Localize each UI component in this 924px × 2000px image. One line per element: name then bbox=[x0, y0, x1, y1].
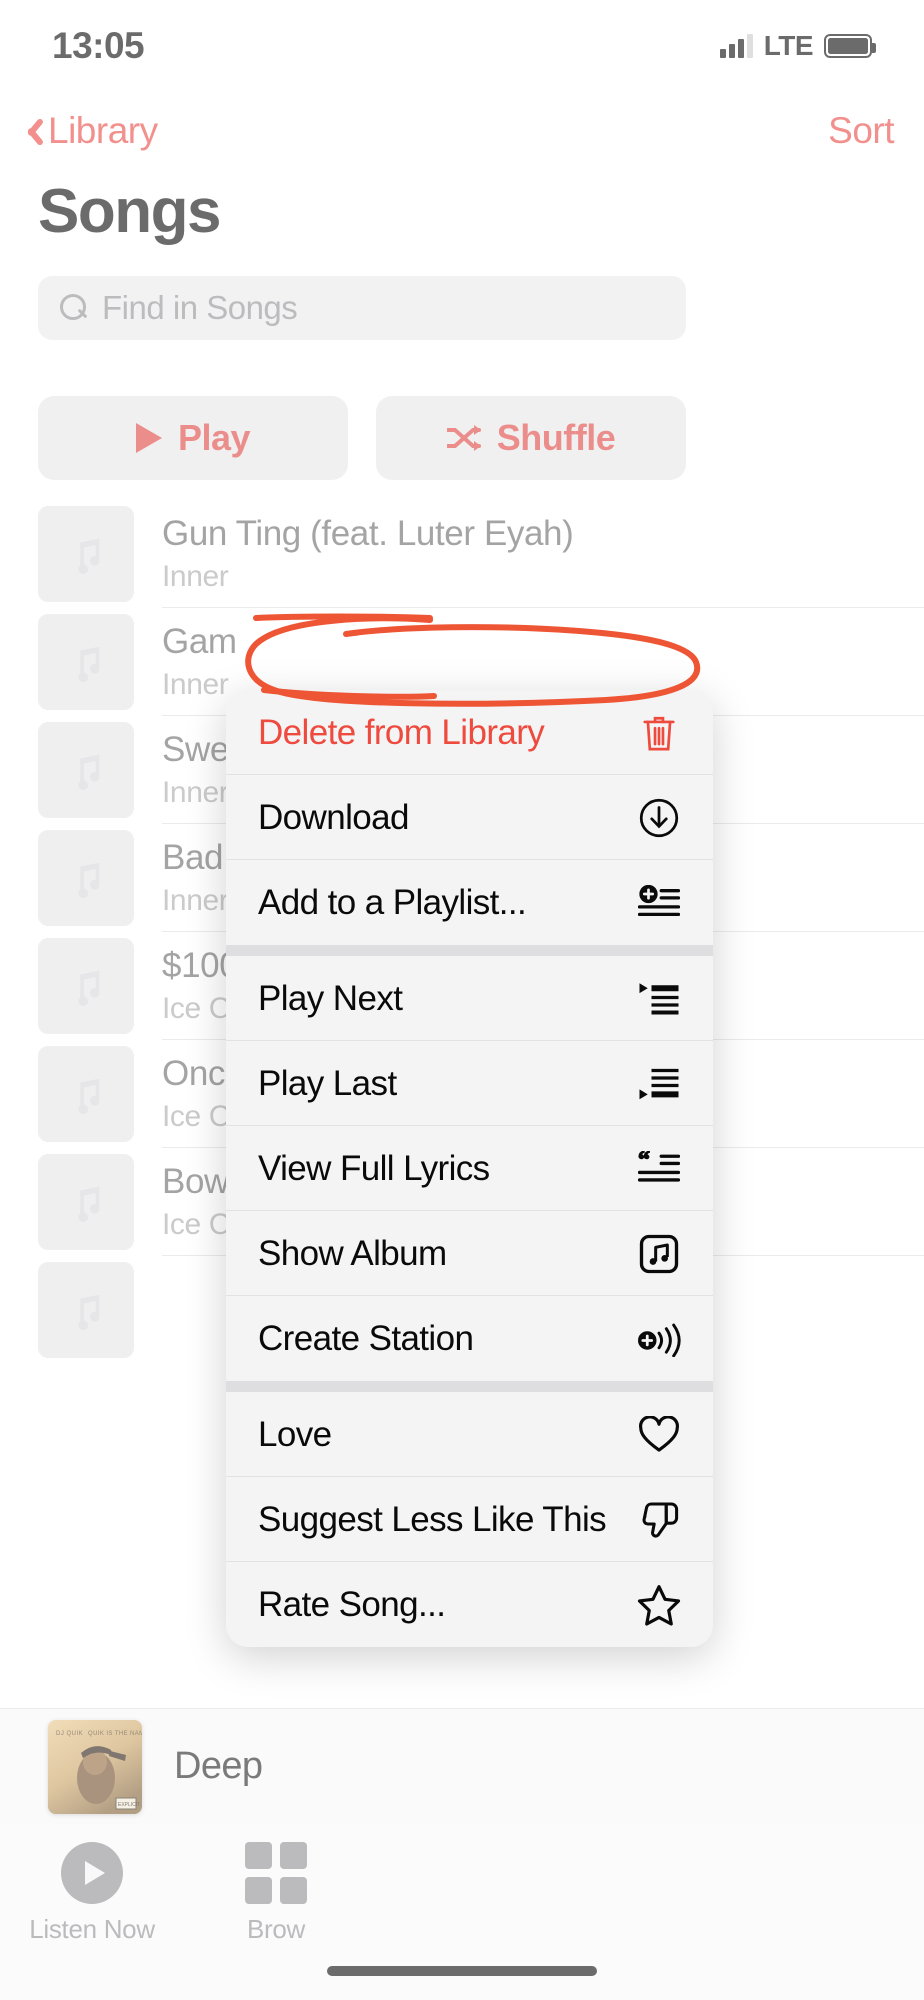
play-button[interactable]: Play bbox=[38, 396, 348, 480]
menu-item-play-next[interactable]: Play Next bbox=[226, 956, 713, 1041]
svg-text:QUIK IS THE NAME: QUIK IS THE NAME bbox=[88, 1731, 142, 1737]
add-to-playlist-icon bbox=[635, 884, 683, 921]
download-circle-arrow-icon bbox=[635, 797, 683, 839]
tab-browse[interactable]: Brow bbox=[184, 1842, 368, 1945]
menu-item-label: Download bbox=[258, 797, 409, 837]
navigation-bar: Library Sort bbox=[0, 100, 924, 162]
menu-item-label: Delete from Library bbox=[258, 712, 545, 752]
menu-item-suggest-less-like-this[interactable]: Suggest Less Like This bbox=[226, 1477, 713, 1562]
menu-item-download[interactable]: Download bbox=[226, 775, 713, 860]
menu-item-label: Love bbox=[258, 1414, 332, 1454]
listen-now-play-circle-icon bbox=[61, 1842, 123, 1904]
tab-label: Brow bbox=[246, 1914, 306, 1944]
browse-grid-icon bbox=[245, 1842, 307, 1904]
tab-bar: Listen Now Brow bbox=[0, 1824, 924, 2000]
tab-listen-now[interactable]: Listen Now bbox=[0, 1842, 184, 1945]
menu-item-label: Show Album bbox=[258, 1233, 447, 1273]
music-note-placeholder-icon bbox=[38, 1262, 134, 1358]
status-time: 13:05 bbox=[52, 25, 145, 66]
context-menu: Delete from Library Download Add to a Pl… bbox=[226, 690, 713, 1647]
now-playing-bar[interactable]: DJ QUIK QUIK IS THE NAME EXPLICIT Deep bbox=[0, 1708, 924, 1824]
menu-item-love[interactable]: Love bbox=[226, 1392, 713, 1477]
music-note-placeholder-icon bbox=[38, 830, 134, 926]
song-title: Bad bbox=[162, 838, 224, 877]
music-note-placeholder-icon bbox=[38, 722, 134, 818]
song-title: Gun Ting (feat. Luter Eyah) bbox=[162, 514, 574, 553]
search-placeholder: Find in Songs bbox=[102, 289, 298, 326]
menu-item-play-last[interactable]: Play Last bbox=[226, 1041, 713, 1126]
menu-item-delete-from-library[interactable]: Delete from Library bbox=[226, 690, 713, 775]
chevron-left-icon bbox=[18, 114, 38, 148]
page-title: Songs bbox=[38, 177, 221, 246]
play-last-icon bbox=[635, 1066, 683, 1102]
tab-label: Listen Now bbox=[29, 1914, 155, 1944]
battery-icon bbox=[824, 34, 876, 58]
song-title: Gam bbox=[162, 622, 237, 661]
sort-button[interactable]: Sort bbox=[828, 110, 894, 152]
cellular-bars-icon bbox=[719, 34, 753, 58]
shuffle-icon bbox=[445, 424, 481, 452]
list-item[interactable]: Gun Ting (feat. Luter Eyah) Inner bbox=[0, 500, 924, 608]
menu-section-divider bbox=[226, 1381, 713, 1392]
now-playing-title: Deep bbox=[174, 1745, 263, 1787]
song-artist: Inner bbox=[162, 884, 229, 917]
svg-text:“: “ bbox=[638, 1151, 650, 1174]
search-input[interactable]: Find in Songs bbox=[38, 276, 686, 340]
menu-item-label: Rate Song... bbox=[258, 1584, 446, 1624]
menu-item-create-station[interactable]: Create Station bbox=[226, 1296, 713, 1381]
music-note-placeholder-icon bbox=[38, 1154, 134, 1250]
menu-item-view-full-lyrics[interactable]: View Full Lyrics “ bbox=[226, 1126, 713, 1211]
app-screen: 13:05 LTE Library Sort Songs Find in Son… bbox=[0, 0, 924, 2000]
playback-actions: Play Shuffle bbox=[38, 396, 686, 480]
menu-item-rate-song[interactable]: Rate Song... bbox=[226, 1562, 713, 1647]
back-to-library-button[interactable]: Library bbox=[18, 110, 158, 152]
play-next-icon bbox=[635, 981, 683, 1017]
play-icon bbox=[135, 423, 162, 453]
lyrics-quote-icon: “ bbox=[635, 1151, 683, 1187]
trash-icon bbox=[635, 712, 683, 754]
status-indicators: LTE bbox=[719, 30, 876, 62]
menu-item-label: Play Next bbox=[258, 978, 403, 1018]
album-square-icon bbox=[635, 1234, 683, 1274]
svg-text:DJ QUIK: DJ QUIK bbox=[56, 1731, 83, 1737]
menu-item-add-to-playlist[interactable]: Add to a Playlist... bbox=[226, 860, 713, 945]
carrier-tech-label: LTE bbox=[763, 30, 814, 61]
menu-item-label: View Full Lyrics bbox=[258, 1148, 490, 1188]
search-icon bbox=[60, 294, 88, 322]
music-note-placeholder-icon bbox=[38, 506, 134, 602]
song-title: Swe bbox=[162, 730, 229, 769]
back-button-label: Library bbox=[48, 110, 158, 151]
thumbs-down-icon bbox=[635, 1500, 683, 1540]
status-bar: 13:05 LTE bbox=[0, 0, 924, 92]
music-note-placeholder-icon bbox=[38, 614, 134, 710]
svg-text:EXPLICIT: EXPLICIT bbox=[118, 1802, 140, 1808]
menu-item-label: Play Last bbox=[258, 1063, 397, 1103]
menu-section-divider bbox=[226, 945, 713, 956]
music-note-placeholder-icon bbox=[38, 938, 134, 1034]
star-icon bbox=[635, 1584, 683, 1626]
shuffle-button-label: Shuffle bbox=[496, 417, 616, 458]
menu-item-label: Suggest Less Like This bbox=[258, 1499, 607, 1539]
menu-item-label: Create Station bbox=[258, 1318, 474, 1358]
home-indicator bbox=[327, 1966, 597, 1976]
now-playing-artwork: DJ QUIK QUIK IS THE NAME EXPLICIT bbox=[48, 1719, 142, 1814]
create-station-icon bbox=[635, 1321, 683, 1357]
heart-icon bbox=[635, 1415, 683, 1454]
play-button-label: Play bbox=[177, 417, 251, 458]
music-note-placeholder-icon bbox=[38, 1046, 134, 1142]
menu-item-show-album[interactable]: Show Album bbox=[226, 1211, 713, 1296]
song-artist: Inner bbox=[162, 560, 229, 593]
menu-item-label: Add to a Playlist... bbox=[258, 882, 527, 922]
song-artist: Inner bbox=[162, 776, 229, 809]
shuffle-button[interactable]: Shuffle bbox=[376, 396, 686, 480]
